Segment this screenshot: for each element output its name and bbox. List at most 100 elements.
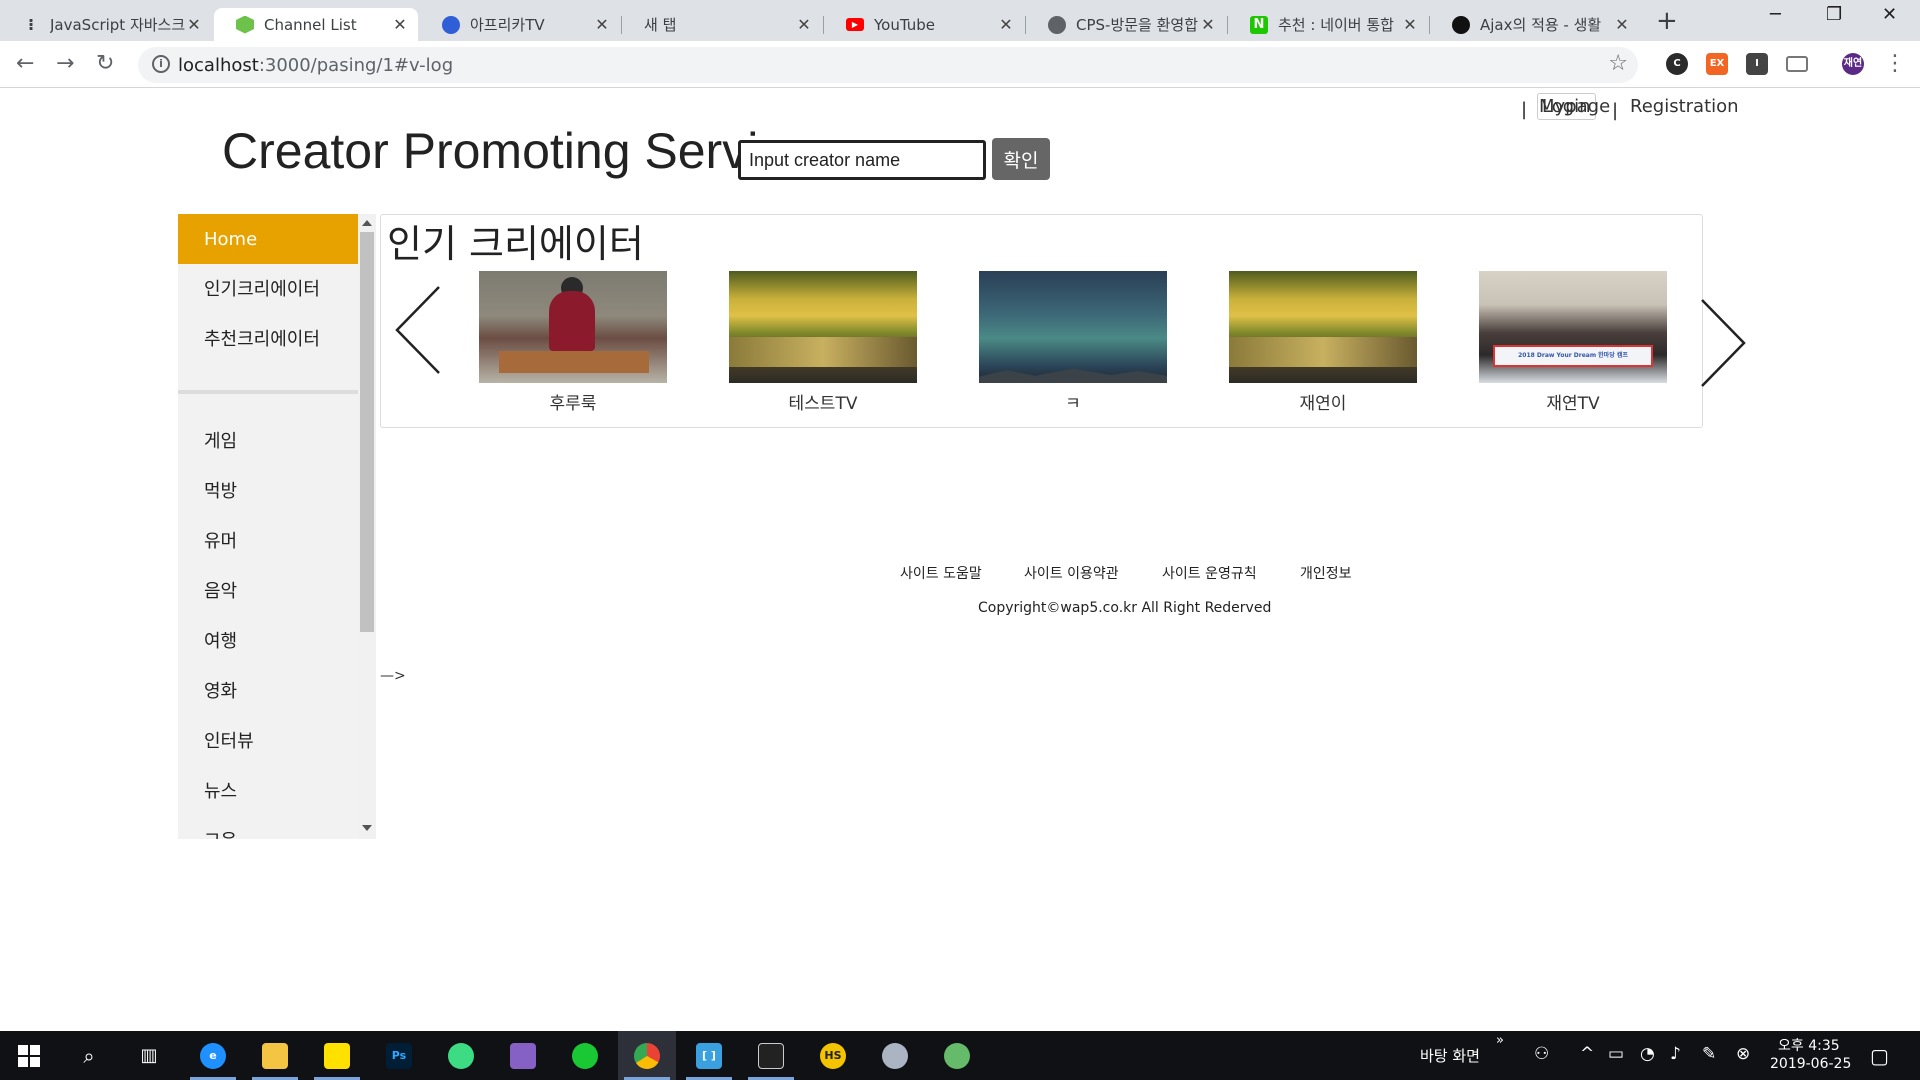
url-text[interactable]: localhost:3000/pasing/1#v-log (178, 55, 453, 76)
creator-thumbnail[interactable] (1229, 271, 1417, 383)
footer-rules-link[interactable]: 사이트 운영규칙 (1162, 563, 1257, 583)
scroll-down-arrow-icon[interactable] (362, 825, 372, 831)
creator-search-input[interactable] (738, 140, 986, 180)
mypage-link[interactable]: Mypage (1539, 96, 1610, 117)
sidebar-item-education[interactable]: 교육 (204, 827, 237, 839)
creator-thumbnail[interactable] (979, 271, 1167, 383)
taskbar-edge[interactable]: e (184, 1031, 242, 1080)
creator-thumbnail[interactable] (729, 271, 917, 383)
sidebar-item-travel[interactable]: 여행 (204, 627, 237, 653)
tab-ajax[interactable]: Ajax의 적용 - 생활 ✕ (1430, 8, 1640, 41)
search-confirm-button[interactable]: 확인 (992, 138, 1050, 180)
close-tab-icon[interactable]: ✕ (998, 15, 1014, 34)
sidebar-item-popular-creators[interactable]: 인기크리에이터 (204, 275, 320, 301)
tab-new-tab[interactable]: 새 탭 ✕ (622, 8, 822, 41)
close-tab-icon[interactable]: ✕ (1614, 15, 1630, 34)
sidebar-item-game[interactable]: 게임 (204, 427, 237, 453)
close-tab-icon[interactable]: ✕ (1200, 15, 1216, 34)
creator-card[interactable]: 재연이 (1229, 271, 1417, 414)
taskbar-search[interactable]: ⌕ (60, 1031, 118, 1080)
sidebar-item-recommended-creators[interactable]: 추천크리에이터 (204, 325, 320, 351)
profile-avatar[interactable]: 재연 (1842, 53, 1864, 75)
wifi-icon[interactable]: ◔ (1640, 1044, 1655, 1064)
new-tab-button[interactable]: + (1656, 8, 1678, 34)
volume-icon[interactable]: ♪ (1670, 1044, 1681, 1064)
carousel-next-arrow-icon[interactable] (1700, 298, 1746, 388)
creator-card[interactable]: 2018 Draw Your Dream 한마당 캠프 재연TV (1479, 271, 1667, 414)
scroll-up-arrow-icon[interactable] (362, 220, 372, 226)
restore-icon[interactable]: ❐ (1826, 4, 1842, 25)
creator-name[interactable]: 재연TV (1479, 389, 1667, 414)
show-hidden-icons-icon[interactable]: ^ (1580, 1044, 1594, 1064)
close-tab-icon[interactable]: ✕ (796, 15, 812, 34)
sidebar-item-music[interactable]: 음악 (204, 577, 237, 603)
close-window-icon[interactable]: ✕ (1882, 4, 1897, 25)
pen-icon[interactable]: ✎ (1702, 1044, 1716, 1064)
clock-date[interactable]: 2019-06-25 (1770, 1056, 1851, 1072)
forward-icon[interactable]: → (56, 52, 74, 76)
taskbar-bracket-app[interactable]: [ ] (680, 1031, 738, 1080)
people-icon[interactable]: ⚇ (1534, 1044, 1549, 1064)
creator-name[interactable]: 재연이 (1229, 389, 1417, 414)
extension-c-icon[interactable]: C (1666, 53, 1688, 75)
taskbar-visual-studio[interactable] (494, 1031, 552, 1080)
start-button[interactable] (0, 1031, 58, 1080)
tab-cps[interactable]: CPS-방문을 환영합 ✕ (1026, 8, 1226, 41)
address-bar[interactable]: i localhost:3000/pasing/1#v-log ☆ (138, 47, 1638, 83)
sidebar-item-mukbang[interactable]: 먹방 (204, 477, 237, 503)
toolbar-chevron-icon[interactable]: » (1496, 1033, 1504, 1048)
battery-icon[interactable]: ▭ (1608, 1044, 1624, 1064)
footer-terms-link[interactable]: 사이트 이용약관 (1024, 563, 1119, 583)
creator-thumbnail[interactable] (479, 271, 667, 383)
taskbar-sticky-notes[interactable] (308, 1031, 366, 1080)
taskbar-file-explorer[interactable] (246, 1031, 304, 1080)
tab-javascript[interactable]: ⁝ JavaScript 자바스크 ✕ (0, 8, 212, 41)
sidebar-scrollbar[interactable] (358, 214, 376, 839)
desktop-toolbar-label[interactable]: 바탕 화면 (1420, 1045, 1480, 1066)
taskbar-green-app[interactable] (556, 1031, 614, 1080)
registration-link[interactable]: Registration (1630, 96, 1739, 117)
creator-name[interactable]: 후루룩 (479, 389, 667, 414)
taskbar-hs-app[interactable]: HS (804, 1031, 862, 1080)
sidebar-item-home[interactable]: Home (178, 214, 358, 264)
close-tab-icon[interactable]: ✕ (594, 15, 610, 34)
extension-i-icon[interactable]: I (1746, 53, 1768, 75)
creator-name[interactable]: ㅋ (979, 389, 1167, 414)
creator-thumbnail[interactable]: 2018 Draw Your Dream 한마당 캠프 (1479, 271, 1667, 383)
status-x-icon[interactable]: ⊗ (1736, 1044, 1750, 1064)
reload-icon[interactable]: ↻ (96, 52, 114, 76)
creator-name[interactable]: 테스트TV (729, 389, 917, 414)
creator-card[interactable]: 테스트TV (729, 271, 917, 414)
info-icon[interactable]: i (152, 55, 170, 73)
notification-center-icon[interactable]: ▢ (1870, 1044, 1889, 1068)
taskbar-settings-app[interactable] (866, 1031, 924, 1080)
minimize-icon[interactable]: ─ (1770, 4, 1781, 25)
tab-afreecatv[interactable]: 아프리카TV ✕ (420, 8, 620, 41)
tab-channel-list[interactable]: Channel List ✕ (214, 8, 418, 41)
taskbar-chrome[interactable] (618, 1031, 676, 1080)
carousel-prev-arrow-icon[interactable] (395, 285, 441, 375)
footer-help-link[interactable]: 사이트 도움말 (900, 563, 982, 583)
back-icon[interactable]: ← (16, 52, 34, 76)
sidebar-item-movie[interactable]: 영화 (204, 677, 237, 703)
menu-icon[interactable]: ⋮ (1884, 52, 1906, 76)
extension-ex-icon[interactable]: EX (1706, 53, 1728, 75)
sidebar-item-humor[interactable]: 유머 (204, 527, 237, 553)
tab-naver[interactable]: N 추천 : 네이버 통합 ✕ (1228, 8, 1428, 41)
close-tab-icon[interactable]: ✕ (1402, 15, 1418, 34)
bookmark-star-icon[interactable]: ☆ (1608, 51, 1628, 76)
clock-time[interactable]: 오후 4:35 (1778, 1035, 1840, 1055)
cast-icon[interactable] (1786, 56, 1808, 72)
scrollbar-thumb[interactable] (360, 232, 374, 632)
task-view-button[interactable]: ▥ (120, 1031, 178, 1080)
taskbar-terminal[interactable] (742, 1031, 800, 1080)
sidebar-item-news[interactable]: 뉴스 (204, 777, 237, 803)
creator-card[interactable]: ㅋ (979, 271, 1167, 414)
tab-youtube[interactable]: ▶ YouTube ✕ (824, 8, 1024, 41)
close-tab-icon[interactable]: ✕ (392, 15, 408, 34)
creator-card[interactable]: 후루룩 (479, 271, 667, 414)
taskbar-photoshop[interactable]: Ps (370, 1031, 428, 1080)
footer-privacy-link[interactable]: 개인정보 (1300, 563, 1352, 583)
taskbar-android-studio[interactable] (432, 1031, 490, 1080)
sidebar-item-interview[interactable]: 인터뷰 (204, 727, 254, 753)
